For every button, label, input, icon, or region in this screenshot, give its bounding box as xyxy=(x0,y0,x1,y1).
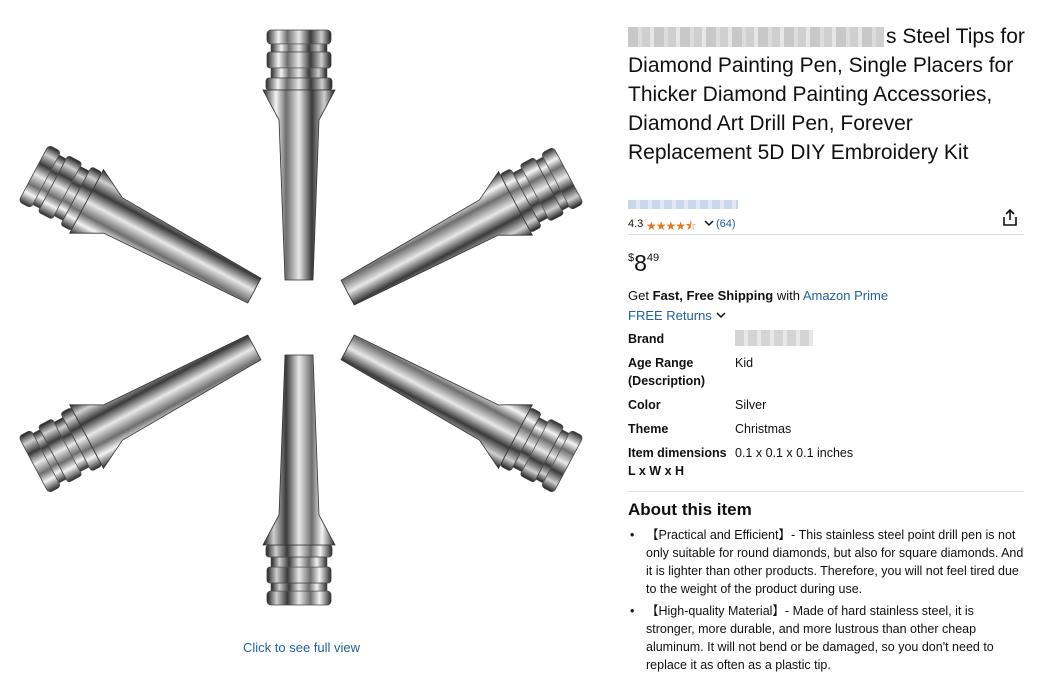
product-image-gallery[interactable]: Click to see full view xyxy=(0,0,600,677)
review-count-link[interactable]: (64) xyxy=(716,218,736,230)
spec-row-theme: Theme Christmas xyxy=(628,422,792,436)
share-icon[interactable] xyxy=(1000,208,1020,228)
about-this-item-heading: About this item xyxy=(628,500,752,519)
divider xyxy=(628,234,1024,235)
tip-upper-left xyxy=(16,141,272,323)
amazon-prime-link[interactable]: Amazon Prime xyxy=(803,288,888,303)
divider xyxy=(628,491,1024,492)
list-item: 【Practical and Efficient】- This stainles… xyxy=(630,526,1026,598)
product-title: s Steel Tips for Diamond Painting Pen, S… xyxy=(628,25,1025,164)
shipping-info: Get Fast, Free Shipping with Amazon Prim… xyxy=(628,288,889,303)
full-view-link[interactable]: Click to see full view xyxy=(243,640,360,655)
free-returns-link[interactable]: FREE Returns xyxy=(628,308,727,323)
spec-row-brand: Brand xyxy=(628,330,853,354)
tip-upper-right xyxy=(330,143,586,325)
product-main-image[interactable] xyxy=(0,0,600,640)
spec-row-age-range: Age Range (Description) Kid xyxy=(628,356,754,388)
chevron-down-icon[interactable] xyxy=(704,216,714,233)
tip-top xyxy=(262,29,336,281)
rating-value: 4.3 xyxy=(628,218,644,230)
feature-bullets: 【Practical and Efficient】- This stainles… xyxy=(628,526,1026,678)
product-info-panel: s Steel Tips for Diamond Painting Pen, S… xyxy=(628,22,1026,672)
chevron-down-icon xyxy=(716,312,726,319)
tip-bottom xyxy=(262,354,336,606)
tip-lower-left xyxy=(16,315,272,497)
redacted-brand-value xyxy=(735,330,813,346)
tip-lower-right xyxy=(330,315,586,497)
price: $849 xyxy=(628,250,660,276)
spec-row-item-dimensions: Item dimensions L x W x H 0.1 x 0.1 x 0.… xyxy=(628,446,854,478)
spec-row-color: Color Silver xyxy=(628,398,767,412)
redacted-brand-text xyxy=(628,27,884,48)
list-item: 【High-quality Material】- Made of hard st… xyxy=(630,602,1026,674)
store-link[interactable] xyxy=(628,200,738,209)
rating-row: 4.3 ★★★★⯪ (64) xyxy=(628,208,1026,233)
product-specs-table: Brand Age Range (Description) Kid Color … xyxy=(628,330,853,486)
